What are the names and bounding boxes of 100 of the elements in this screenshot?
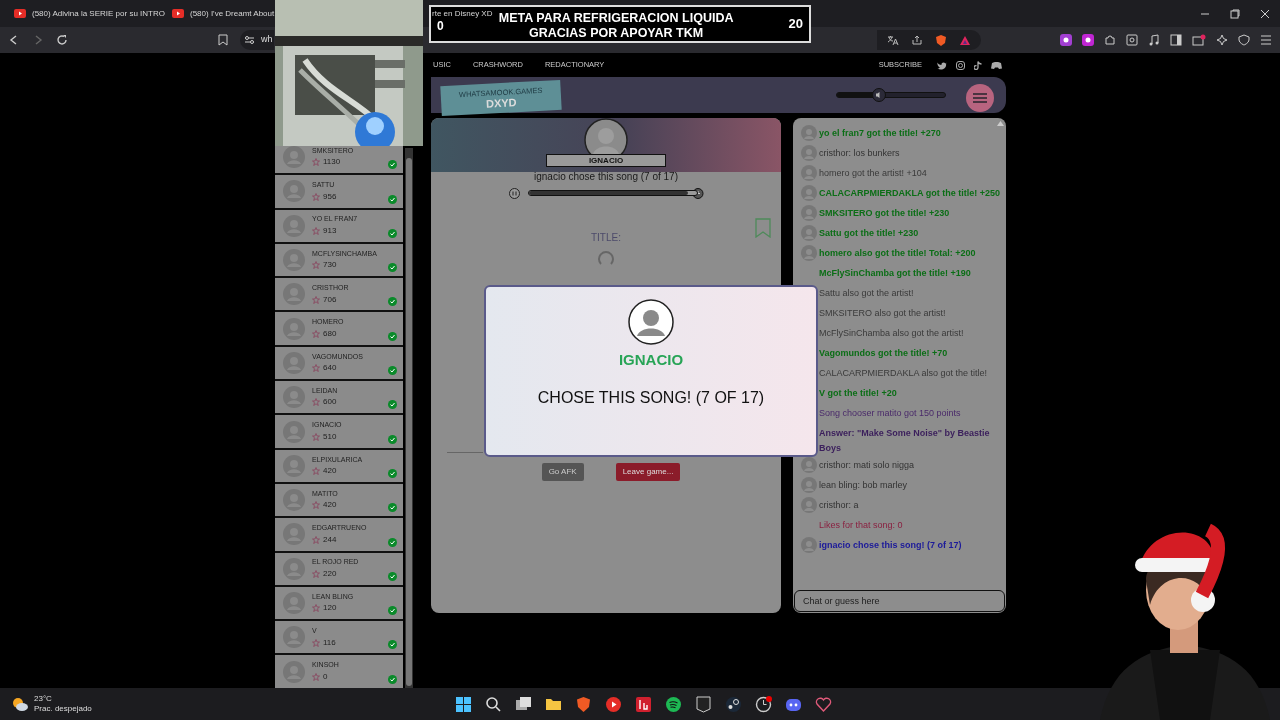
share-icon[interactable] [911,34,923,46]
puzzle-icon[interactable] [1104,34,1116,46]
player-score: 600 [323,396,337,409]
steam-icon[interactable] [725,695,742,713]
bird-icon[interactable] [937,60,947,70]
player-score: 1130 [323,156,341,169]
chat-message: cristhor: los bunkers [819,147,900,160]
player-score: 120 [323,602,337,615]
chat-message: CALACARPMIERDAKLA got the title! +250 [819,187,1000,200]
windows-icon[interactable] [455,695,472,713]
player-score: 116 [323,636,336,649]
shield-icon[interactable] [1238,34,1250,46]
heart-icon[interactable] [815,695,832,713]
music-note-icon[interactable] [974,60,982,70]
chat-message: McFlySinChamba got the title! +190 [819,267,971,280]
gamepad-icon[interactable] [991,60,1002,70]
star-icon [312,398,320,407]
song-status: ignacio chose this song (7 of 17) [534,170,678,184]
player-score: 420 [323,499,337,512]
chat-message: ignacio chose this song! (7 of 17) [819,539,962,552]
translate-icon[interactable] [887,34,899,46]
star-icon [312,158,320,167]
chat-message: homero also got the title! Total: +200 [819,247,976,260]
search-icon[interactable] [1126,34,1138,46]
title-label: TITLE: [591,231,621,245]
player-name: IGNACIO [618,350,684,370]
address-bar[interactable]: wh [240,30,274,50]
shield-icon[interactable] [695,695,712,713]
afk-button[interactable]: Go AFK [541,463,584,481]
star-icon [312,261,320,270]
player-score: 706 [323,293,337,306]
star-icon [312,569,320,578]
browser-tab[interactable]: (580) I've Dreamt About [166,2,274,25]
leave-game-button[interactable]: Leave game... [615,463,681,481]
chat-message: Vagomundos got the title! +70 [819,347,948,360]
star-icon [312,535,320,544]
menu-icon[interactable] [966,84,994,112]
clock-icon[interactable] [755,695,772,713]
video-icon [14,9,26,18]
music-icon[interactable] [1148,34,1160,46]
play-icon[interactable] [605,695,622,713]
avatar-icon [628,299,674,345]
reload-icon[interactable] [56,34,68,46]
star-icon [312,501,320,510]
star-icon [312,329,320,338]
close-icon[interactable] [1260,8,1270,19]
name-banner: IGNACIO [546,154,666,167]
wallet-icon[interactable] [1192,34,1206,46]
chat-input[interactable]: Chat or guess here [794,590,1005,612]
star-icon [312,672,320,681]
player-score: 956 [323,190,337,203]
player-score: 420 [323,465,337,478]
weather-icon [12,697,28,711]
weather-condition: Prac. despejado [34,704,92,714]
windows-stack-icon[interactable] [515,695,532,713]
star-icon [312,295,320,304]
triangle-icon[interactable] [959,34,971,46]
menu-icon[interactable] [1260,34,1272,46]
chat-message: Answer: "Make Some Noise" by Beastie Boys [819,427,991,455]
chat-message: SMKSITERO also got the artist! [819,307,946,320]
chat-message: SMKSITERO got the title! +230 [819,207,950,220]
restore-icon[interactable] [1230,8,1240,19]
speaker-icon [872,88,887,102]
pause-icon[interactable] [508,187,520,199]
chat-message: lean bling: bob marley [819,479,908,492]
sidebar-icon[interactable] [1170,34,1182,46]
extension-icon[interactable] [1082,34,1094,46]
spotify-icon[interactable] [665,695,682,713]
lion-shield-icon[interactable] [575,695,592,713]
dialog-message: CHOSE THIS SONG! (7 OF 17) [537,387,765,408]
player-score: 913 [323,225,337,237]
star-icon [312,467,320,476]
star-icon [312,364,320,373]
star-icon [312,227,320,235]
goal-current: 0 [437,18,444,35]
chat-message: homero got the artist! +104 [819,167,927,180]
player-score: 220 [323,567,337,580]
app-icon[interactable] [635,695,652,713]
chat-message: cristhor: a [819,499,859,512]
extension-icon[interactable] [1060,34,1072,46]
avatar-icon [283,146,305,169]
sparkle-icon[interactable] [1216,34,1228,46]
search-icon[interactable] [485,695,502,713]
player-score: 680 [323,327,337,340]
chat-message: Sattu also got the artist! [819,287,914,300]
chat-message: yo el fran7 got the title! +270 [819,127,941,140]
star-icon [312,638,320,647]
chat-message: cristhor: mati solo nigga [819,459,915,472]
chat-message: McFlySinChamba also got the artist! [819,327,964,340]
scrollbar[interactable] [405,148,413,688]
camera-icon[interactable] [956,60,965,70]
bookmark-icon[interactable] [218,34,228,46]
player-score: 510 [323,430,337,443]
star-icon [312,192,320,201]
player-score: 730 [323,259,337,272]
lion-shield-icon[interactable] [935,33,947,47]
goal-target: 20 [788,15,803,34]
browser-tab[interactable]: (580) Adivina la SERIE por su INTRO [8,2,166,25]
video-icon [172,9,184,18]
chat-message: Sattu got the title! +230 [819,227,919,240]
